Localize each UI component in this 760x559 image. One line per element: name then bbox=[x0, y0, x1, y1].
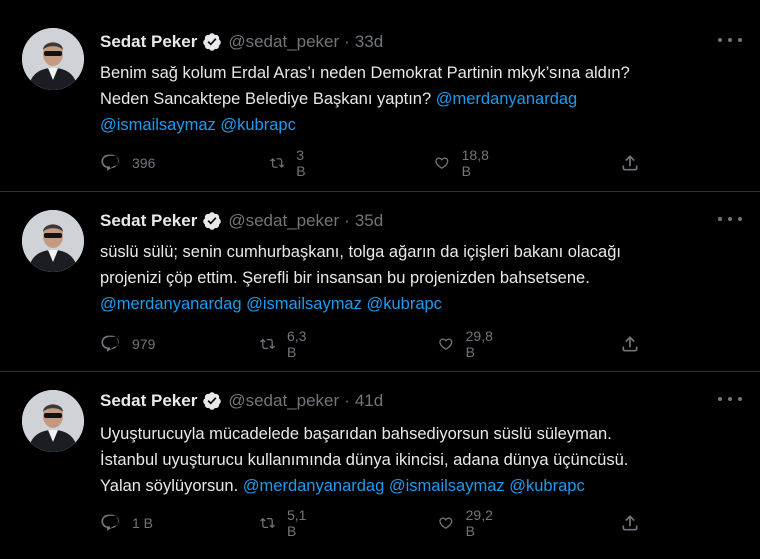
tweet-actions: 1 B 5,1 B 29,2 B bbox=[100, 507, 638, 539]
author-name[interactable]: Sedat Peker bbox=[100, 391, 197, 411]
like-icon bbox=[439, 517, 453, 529]
tweet-text-line: Benim sağ kolum Erdal Aras’ı neden Demok… bbox=[100, 60, 740, 86]
like-button[interactable]: 18,8 B bbox=[434, 147, 493, 179]
tweet-text: Uyuşturucuyla mücadelede başarıdan bahse… bbox=[100, 421, 740, 499]
separator: · bbox=[344, 32, 350, 51]
mention-link[interactable]: @ismailsaymaz bbox=[100, 116, 216, 134]
retweet-button[interactable]: 3 B bbox=[270, 147, 311, 179]
separator: · bbox=[344, 391, 350, 410]
mention-link[interactable]: @kubrapc bbox=[509, 477, 584, 495]
tweet-text-line: Yalan söylüyorsun. @merdanyanardag @isma… bbox=[100, 473, 740, 499]
retweet-button[interactable]: 6,3 B bbox=[260, 328, 311, 360]
author-handle[interactable]: @sedat_peker bbox=[228, 211, 339, 231]
mention-link[interactable]: @merdanyanardag bbox=[243, 477, 385, 495]
mention-link[interactable]: @merdanyanardag bbox=[100, 295, 242, 313]
retweet-icon bbox=[260, 338, 275, 350]
retweet-icon bbox=[270, 158, 285, 168]
share-icon bbox=[622, 515, 638, 531]
reply-icon bbox=[101, 514, 119, 531]
tweet-actions: 979 6,3 B 29,8 B bbox=[100, 328, 638, 360]
like-button[interactable]: 29,2 B bbox=[438, 507, 497, 539]
tweet-text-line: Uyuşturucuyla mücadelede başarıdan bahse… bbox=[100, 421, 740, 447]
timestamp[interactable]: 41d bbox=[355, 391, 383, 411]
reply-button[interactable]: 979 bbox=[100, 334, 155, 354]
share-icon bbox=[622, 155, 638, 171]
retweet-icon bbox=[260, 517, 275, 529]
tweet-text-segment: İstanbul uyuşturucu kullanımında dünya i… bbox=[100, 451, 629, 469]
author-handle[interactable]: @sedat_peker bbox=[228, 391, 339, 411]
tweet-1[interactable]: Sedat Peker @sedat_peker · 33d Benim sağ… bbox=[0, 0, 760, 192]
like-count: 29,8 B bbox=[465, 328, 493, 360]
timestamp[interactable]: 35d bbox=[355, 211, 383, 231]
tweet-text-line: süslü sülü; senin cumhurbaşkanı, tolga a… bbox=[100, 239, 740, 265]
share-button[interactable] bbox=[620, 334, 640, 354]
verified-badge-icon bbox=[202, 32, 222, 52]
reply-button[interactable]: 396 bbox=[100, 153, 155, 173]
tweet-text-line: @merdanyanardag @ismailsaymaz @kubrapc bbox=[100, 291, 740, 317]
tweet-text-segment: Yalan söylüyorsun. bbox=[100, 477, 243, 495]
tweet-header: Sedat Peker @sedat_peker · 33d bbox=[100, 30, 383, 54]
retweet-count: 3 B bbox=[296, 147, 306, 179]
tweet-text-line: @ismailsaymaz @kubrapc bbox=[100, 112, 740, 138]
tweet-text-line: Neden Sancaktepe Belediye Başkanı yaptın… bbox=[100, 86, 740, 112]
tweet-3[interactable]: Sedat Peker @sedat_peker · 41d Uyuşturuc… bbox=[0, 372, 760, 559]
more-icon[interactable] bbox=[718, 391, 742, 407]
verified-badge-icon bbox=[202, 391, 222, 411]
tweet-text-segment: Benim sağ kolum Erdal Aras’ı neden Demok… bbox=[100, 64, 630, 82]
like-icon bbox=[439, 338, 453, 350]
share-icon bbox=[622, 336, 638, 352]
mention-link[interactable]: @ismailsaymaz bbox=[389, 477, 505, 495]
avatar[interactable] bbox=[22, 390, 84, 452]
retweet-count: 5,1 B bbox=[286, 507, 307, 539]
tweet-text: Benim sağ kolum Erdal Aras’ı neden Demok… bbox=[100, 60, 740, 138]
avatar[interactable] bbox=[22, 210, 84, 272]
tweet-text-segment: süslü sülü; senin cumhurbaşkanı, tolga a… bbox=[100, 243, 621, 261]
avatar[interactable] bbox=[22, 28, 84, 90]
tweet-text-segment: Neden Sancaktepe Belediye Başkanı yaptın… bbox=[100, 90, 436, 108]
tweet-actions: 396 3 B 18,8 B bbox=[100, 147, 638, 179]
reply-button[interactable]: 1 B bbox=[100, 513, 153, 533]
more-icon[interactable] bbox=[718, 211, 742, 227]
tweet-text-segment: Uyuşturucuyla mücadelede başarıdan bahse… bbox=[100, 425, 612, 443]
mention-link[interactable]: @ismailsaymaz bbox=[246, 295, 362, 313]
tweet-2[interactable]: Sedat Peker @sedat_peker · 35d süslü sül… bbox=[0, 192, 760, 372]
tweet-text-line: İstanbul uyuşturucu kullanımında dünya i… bbox=[100, 447, 740, 473]
tweet-text: süslü sülü; senin cumhurbaşkanı, tolga a… bbox=[100, 239, 740, 317]
reply-icon bbox=[101, 154, 119, 171]
tweet-header: Sedat Peker @sedat_peker · 35d bbox=[100, 209, 383, 233]
verified-badge-icon bbox=[202, 211, 222, 231]
like-icon bbox=[435, 157, 449, 169]
like-count: 18,8 B bbox=[461, 147, 489, 179]
like-button[interactable]: 29,8 B bbox=[438, 328, 497, 360]
timestamp[interactable]: 33d bbox=[355, 32, 383, 52]
reply-count: 1 B bbox=[132, 515, 154, 531]
tweet-text-line: projenizi çöp ettim. Şerefli bir insansa… bbox=[100, 265, 740, 291]
author-handle[interactable]: @sedat_peker bbox=[228, 32, 339, 52]
share-button[interactable] bbox=[620, 513, 640, 533]
mention-link[interactable]: @merdanyanardag bbox=[436, 90, 578, 108]
tweet-text-segment: projenizi çöp ettim. Şerefli bir insansa… bbox=[100, 269, 590, 287]
author-name[interactable]: Sedat Peker bbox=[100, 32, 197, 52]
retweet-button[interactable]: 5,1 B bbox=[260, 507, 311, 539]
retweet-count: 6,3 B bbox=[286, 328, 307, 360]
separator: · bbox=[344, 211, 350, 230]
reply-count: 396 bbox=[132, 155, 156, 171]
reply-icon bbox=[101, 335, 119, 352]
mention-link[interactable]: @kubrapc bbox=[366, 295, 441, 313]
more-icon[interactable] bbox=[718, 32, 742, 48]
mention-link[interactable]: @kubrapc bbox=[220, 116, 295, 134]
like-count: 29,2 B bbox=[465, 507, 493, 539]
tweet-header: Sedat Peker @sedat_peker · 41d bbox=[100, 389, 383, 413]
share-button[interactable] bbox=[620, 153, 640, 173]
tweet-feed: Sedat Peker @sedat_peker · 33d Benim sağ… bbox=[0, 0, 760, 559]
reply-count: 979 bbox=[132, 336, 156, 352]
author-name[interactable]: Sedat Peker bbox=[100, 211, 197, 231]
